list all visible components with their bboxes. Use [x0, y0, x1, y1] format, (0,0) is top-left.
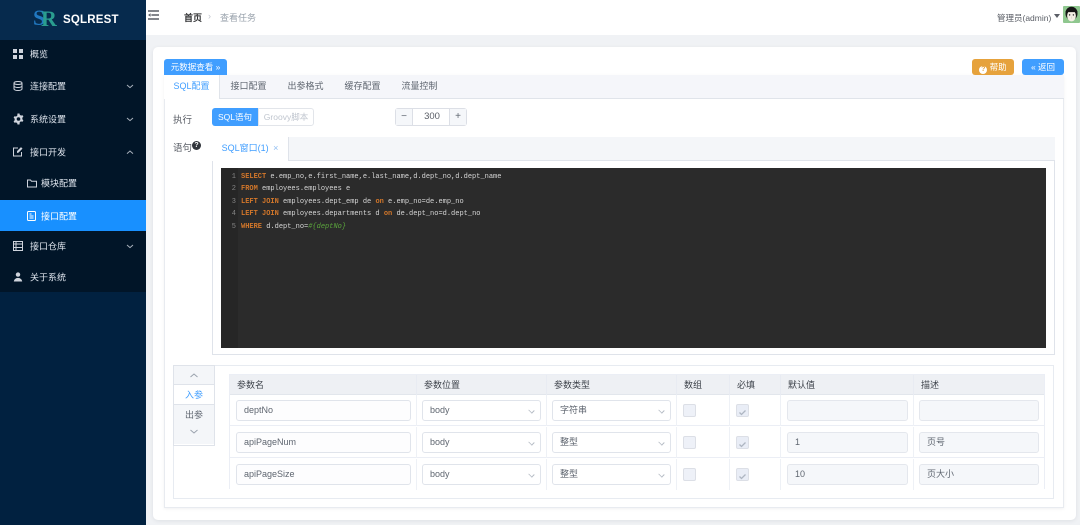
svg-text:R: R	[41, 6, 57, 31]
